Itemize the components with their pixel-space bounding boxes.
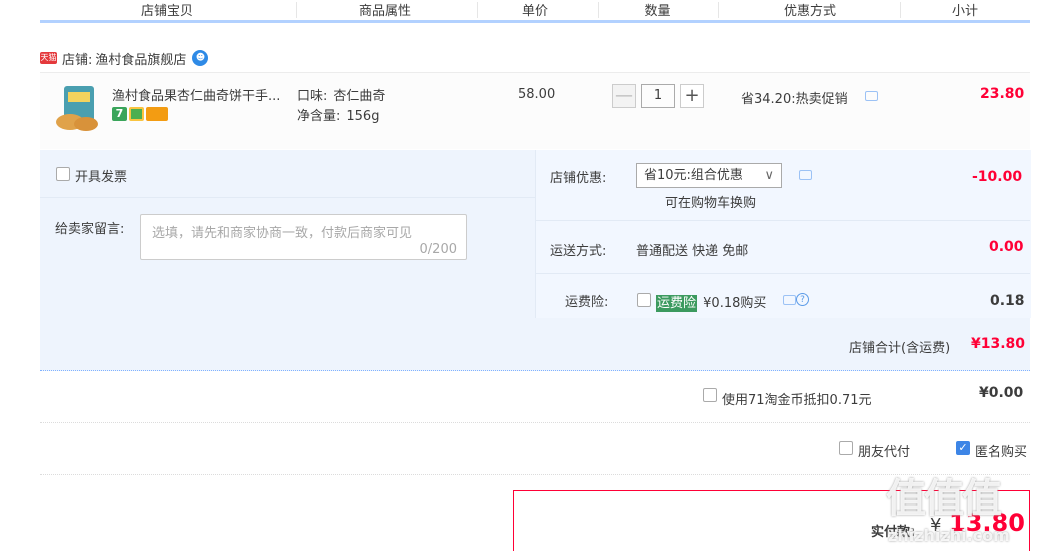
message-counter: 0/200 bbox=[419, 242, 457, 257]
col-attributes: 商品属性 bbox=[358, 4, 411, 19]
col-shop-items: 店铺宝贝 bbox=[140, 4, 193, 19]
shop-name[interactable]: 渔村食品旗舰店 bbox=[95, 49, 186, 68]
wangwang-chat-icon[interactable]: ☻ bbox=[192, 50, 209, 66]
coins-amount: ¥0.00 bbox=[979, 385, 1024, 401]
insurance-amount: 0.18 bbox=[990, 293, 1025, 309]
col-discount: 优惠方式 bbox=[783, 4, 836, 19]
guarantee-icon bbox=[129, 107, 144, 121]
discount-comment-icon[interactable] bbox=[865, 91, 878, 101]
seller-message-textarea[interactable]: 选填，请先和商家协商一致，付款后商家可见 0/200 bbox=[140, 214, 467, 260]
tmall-badge-icon: 天猫 bbox=[40, 52, 57, 64]
message-label: 给卖家留言: bbox=[55, 222, 125, 237]
insurance-tag: 运费险 bbox=[656, 295, 698, 312]
invoice-label: 开具发票 bbox=[75, 170, 128, 185]
chevron-down-icon: ∨ bbox=[764, 168, 774, 183]
service-badges: 7 bbox=[112, 107, 170, 123]
shipping-amount: 0.00 bbox=[989, 239, 1024, 255]
col-subtotal: 小计 bbox=[951, 4, 978, 19]
shop-fee-panel bbox=[535, 150, 1031, 318]
credit-card-icon bbox=[146, 107, 168, 121]
cart-header: 店铺宝贝 商品属性 单价 数量 优惠方式 小计 bbox=[40, 0, 1030, 23]
unit-price: 58.00 bbox=[518, 87, 556, 102]
watermark-url: zhizhizhi.com bbox=[888, 526, 1010, 545]
anonymous-label: 匿名购买 bbox=[975, 445, 1028, 460]
quantity-minus-button[interactable]: — bbox=[612, 84, 636, 108]
friend-pay-checkbox[interactable] bbox=[839, 441, 853, 455]
item-row bbox=[40, 72, 1030, 149]
insurance-offer: 运费险 ¥0.18购买 bbox=[656, 292, 767, 312]
col-unit-price: 单价 bbox=[521, 4, 548, 19]
product-thumbnail[interactable] bbox=[50, 84, 104, 134]
insurance-price: ¥0.18购买 bbox=[703, 296, 767, 311]
shop-total-label: 店铺合计(含运费) bbox=[849, 341, 951, 356]
coins-label: 使用71淘金币抵扣0.71元 bbox=[722, 393, 872, 408]
attr-flavor-label: 口味: bbox=[297, 89, 328, 104]
attr-flavor-value: 杏仁曲奇 bbox=[333, 89, 386, 104]
shop-discount-hint[interactable]: 可在购物车换购 bbox=[665, 192, 756, 211]
invoice-checkbox[interactable] bbox=[56, 167, 70, 181]
friend-pay-label: 朋友代付 bbox=[858, 445, 911, 460]
attr-weight-label: 净含量: bbox=[297, 109, 341, 124]
shop-total-amount: ¥13.80 bbox=[971, 336, 1026, 352]
quantity-input[interactable]: 1 bbox=[641, 84, 675, 108]
seven-day-return-icon: 7 bbox=[112, 107, 127, 121]
col-quantity: 数量 bbox=[644, 4, 671, 19]
quantity-plus-button[interactable]: + bbox=[680, 84, 704, 108]
attr-weight: 净含量: 156g bbox=[297, 105, 379, 124]
anonymous-checkbox[interactable]: ✓ bbox=[956, 441, 970, 455]
shipping-label: 运送方式: bbox=[550, 244, 607, 259]
insurance-label: 运费险: bbox=[565, 295, 609, 310]
shop-discount-select[interactable]: 省10元:组合优惠 ∨ bbox=[636, 163, 782, 188]
item-title[interactable]: 渔村食品果杏仁曲奇饼干手... bbox=[112, 85, 280, 104]
shop-discount-label: 店铺优惠: bbox=[550, 171, 607, 186]
message-placeholder: 选填，请先和商家协商一致，付款后商家可见 bbox=[152, 226, 413, 241]
help-icon[interactable]: ? bbox=[796, 293, 809, 306]
insurance-checkbox[interactable] bbox=[637, 293, 651, 307]
attr-flavor: 口味: 杏仁曲奇 bbox=[297, 85, 385, 104]
shop-line: 天猫 店铺: 渔村食品旗舰店 ☻ bbox=[40, 48, 209, 68]
shipping-value: 普通配送 快递 免邮 bbox=[636, 244, 749, 259]
watermark-logo: 值值值 bbox=[886, 476, 1002, 522]
item-discount: 省34.20:热卖促销 bbox=[741, 92, 848, 107]
shop-discount-comment-icon[interactable] bbox=[799, 170, 812, 180]
shop-label: 店铺: bbox=[62, 52, 93, 68]
item-subtotal: 23.80 bbox=[980, 86, 1025, 102]
shop-discount-selected: 省10元:组合优惠 bbox=[644, 168, 743, 183]
shop-discount-amount: -10.00 bbox=[972, 169, 1023, 185]
coins-checkbox[interactable] bbox=[703, 388, 717, 402]
attr-weight-value: 156g bbox=[346, 109, 380, 124]
insurance-comment-icon[interactable] bbox=[783, 295, 796, 305]
